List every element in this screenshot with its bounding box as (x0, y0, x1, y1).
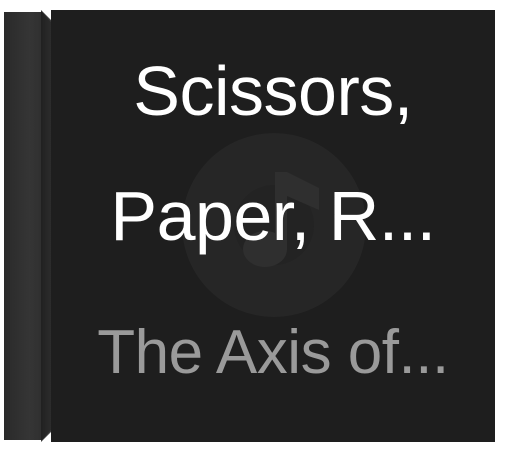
album-cover[interactable]: Scissors, Paper, R... The Axis of... (51, 10, 495, 442)
album-artwork-tile[interactable]: Scissors, Paper, R... The Axis of... (0, 0, 512, 452)
album-spine-edge (41, 10, 51, 442)
album-title-line-1: Scissors, (133, 52, 413, 130)
album-artist-name: The Axis of... (97, 318, 449, 387)
right-margin (495, 0, 512, 452)
album-title-line-2: Paper, R... (110, 177, 436, 255)
